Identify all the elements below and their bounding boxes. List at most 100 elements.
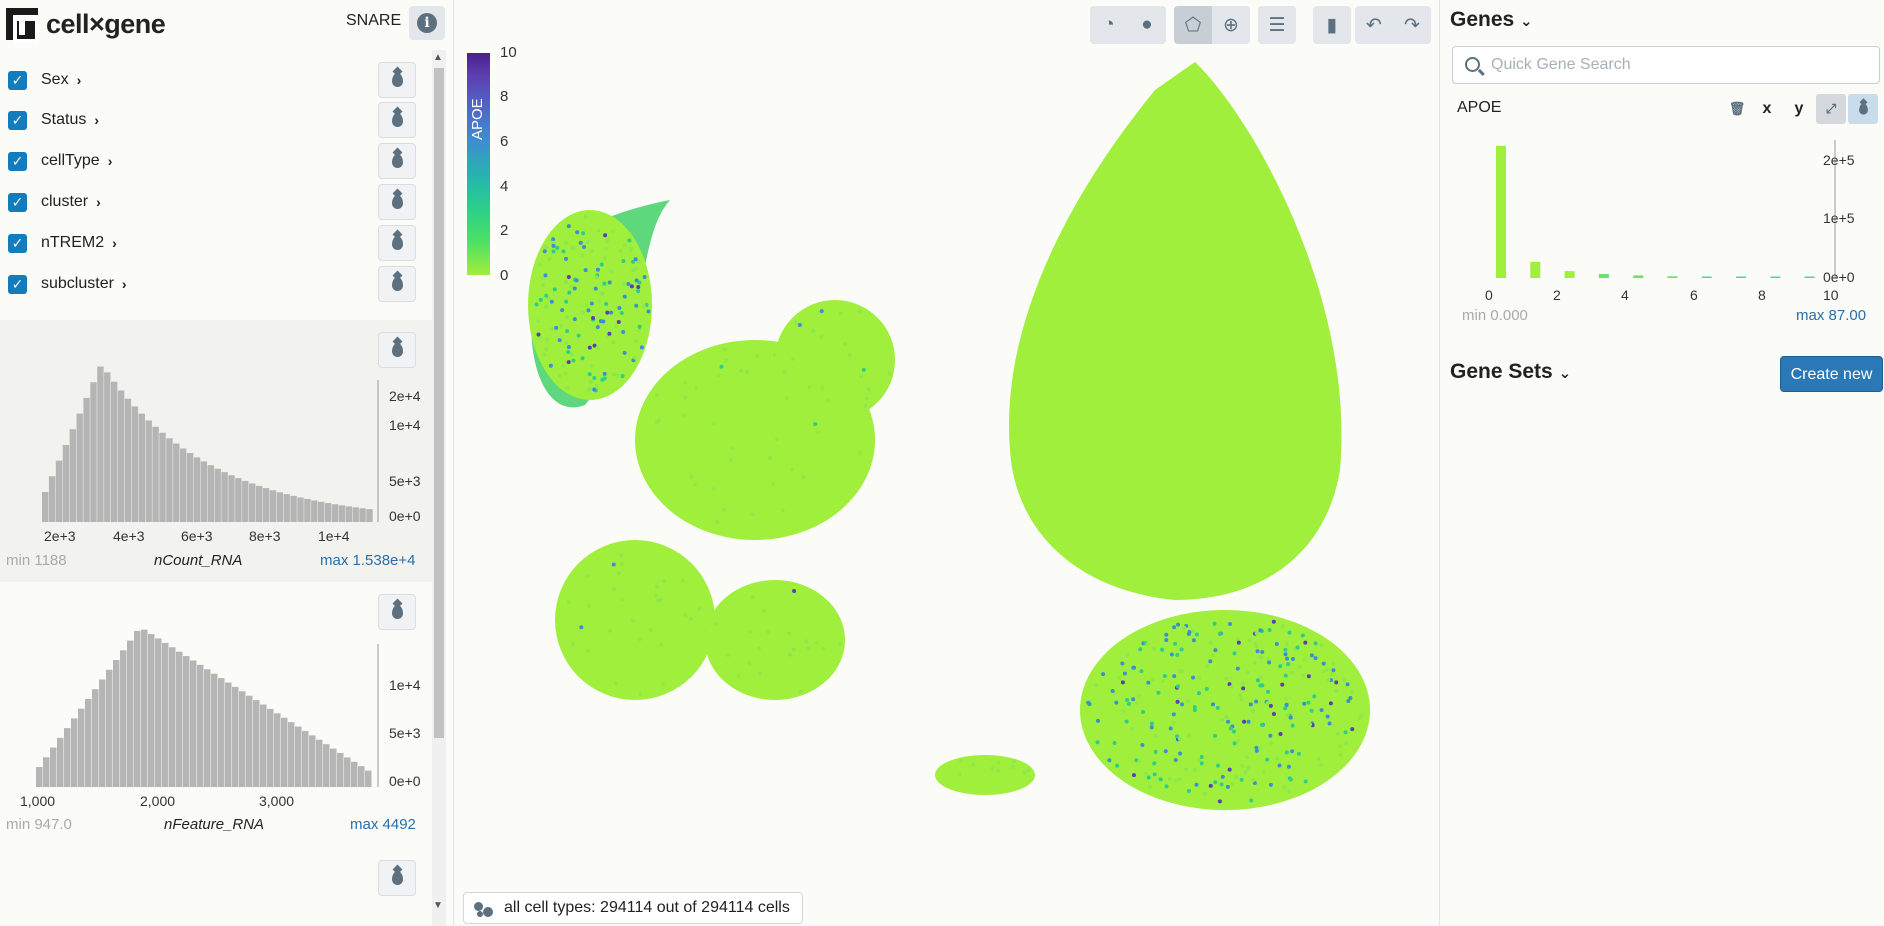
category-row-ntrem2[interactable]: ✓ nTREM2 ›	[8, 225, 418, 261]
undo-button[interactable]: ↶	[1355, 6, 1393, 44]
nfeature-bar	[190, 660, 197, 787]
ncount-bar	[200, 461, 208, 522]
nfeature-bar	[302, 730, 309, 787]
expand-icon: ⤢	[1825, 101, 1837, 116]
category-checkbox[interactable]: ✓	[8, 192, 27, 212]
sidebar-scrollbar[interactable]: ▲ ▼	[432, 50, 446, 926]
circle-button[interactable]: ●	[1128, 6, 1166, 44]
ncount-bar	[90, 382, 97, 522]
drop-icon	[391, 154, 403, 168]
color-by-gene-button[interactable]	[1848, 94, 1878, 124]
ncount-bar	[242, 480, 249, 522]
ncount-bar	[262, 488, 270, 522]
nfeature-bar	[50, 747, 57, 787]
drop-icon	[391, 277, 403, 291]
ncount-bar	[352, 507, 359, 522]
drop-icon	[391, 236, 403, 250]
ncount-bar	[145, 420, 152, 522]
umap-scatter[interactable]	[455, 0, 1439, 926]
lasso-button[interactable]: ⬠	[1174, 6, 1212, 44]
x-tick: 0	[1485, 287, 1493, 303]
category-label: subcluster	[41, 275, 114, 292]
y-tick: 2e+5	[1823, 152, 1855, 168]
ncount-bar	[138, 413, 145, 522]
gene-sets-title: Gene Sets	[1450, 360, 1553, 383]
color-by-category-button[interactable]	[378, 266, 416, 302]
cluster-lower-middle	[705, 580, 845, 700]
bar-chart-button[interactable]: ▮	[1313, 6, 1351, 44]
chevron-right-icon[interactable]: ›	[77, 72, 82, 88]
delete-gene-button[interactable]: 🗑	[1722, 94, 1752, 124]
pie-button[interactable]: ◔	[1090, 6, 1128, 44]
color-by-category-button[interactable]	[378, 102, 416, 138]
scroll-down-icon[interactable]: ▼	[433, 900, 443, 911]
zoom-button[interactable]: ⊕	[1212, 6, 1250, 44]
color-by-category-button[interactable]	[378, 62, 416, 98]
category-checkbox[interactable]: ✓	[8, 70, 27, 90]
ncount-bar	[297, 497, 304, 522]
chevron-right-icon[interactable]: ›	[122, 276, 127, 292]
histogram-nfeature: 1,000 2,000 3,000 1e+4 5e+3 0e+0 min 947…	[0, 584, 432, 846]
category-row-celltype[interactable]: ✓ cellType ›	[8, 143, 418, 179]
cell-count-label: all cell types: 294114 out of 294114 cel…	[504, 899, 790, 916]
category-checkbox[interactable]: ✓	[8, 233, 27, 253]
category-label: cellType	[41, 152, 100, 169]
color-by-category-button[interactable]	[378, 225, 416, 261]
category-checkbox[interactable]: ✓	[8, 110, 27, 130]
ncount-bar	[338, 505, 346, 522]
nfeature-bar	[204, 669, 211, 787]
color-by-category-button[interactable]	[378, 143, 416, 179]
redo-button[interactable]: ↷	[1393, 6, 1431, 44]
category-row-cluster[interactable]: ✓ cluster ›	[8, 184, 418, 220]
cluster-lower-right	[1080, 610, 1370, 810]
x-tick: 1,000	[20, 793, 56, 809]
gene-hist-bar	[1530, 261, 1541, 278]
chevron-right-icon[interactable]: ›	[96, 194, 101, 210]
nfeature-bar	[71, 718, 78, 787]
ncount-bar	[214, 468, 221, 522]
nfeature-bar	[113, 660, 120, 787]
info-button[interactable]: i	[409, 6, 445, 40]
nfeature-bar	[120, 650, 127, 787]
nfeature-histogram-chart[interactable]	[0, 584, 432, 846]
hist-title: nFeature_RNA	[164, 816, 265, 833]
brand: cell×gene	[6, 8, 166, 43]
toolbar-group: ◔ ●	[1090, 6, 1166, 44]
category-row-subcluster[interactable]: ✓ subcluster ›	[8, 266, 418, 302]
chevron-right-icon[interactable]: ›	[108, 153, 113, 169]
genes-title: Genes	[1450, 8, 1515, 31]
category-label: cluster	[41, 193, 89, 210]
gene-sets-header[interactable]: Gene Sets ⌄	[1450, 360, 1571, 384]
set-y-button[interactable]: y	[1784, 94, 1814, 124]
nfeature-bar	[134, 630, 141, 787]
genes-header[interactable]: Genes ⌄	[1450, 8, 1533, 32]
color-by-next-button[interactable]	[378, 860, 416, 896]
nfeature-bar	[344, 757, 351, 787]
category-checkbox[interactable]: ✓	[8, 151, 27, 171]
category-checkbox[interactable]: ✓	[8, 274, 27, 294]
embedding-panel: ◔ ● ⬠ ⊕ ☰ ▮ ↶ ↷ APOE 10 8 6 4 2 0 all cell type…	[455, 0, 1439, 926]
gene-hist-bar	[1496, 145, 1506, 278]
search-placeholder: Quick Gene Search	[1491, 56, 1631, 73]
nfeature-bar	[99, 679, 106, 787]
list-button[interactable]: ☰	[1258, 6, 1296, 44]
scroll-up-icon[interactable]: ▲	[433, 52, 443, 63]
create-gene-set-button[interactable]: Create new	[1780, 356, 1883, 392]
category-row-status[interactable]: ✓ Status ›	[8, 102, 418, 138]
ncount-bar	[69, 429, 76, 522]
info-icon: i	[417, 13, 437, 33]
set-x-button[interactable]: x	[1752, 94, 1782, 124]
x-label: x	[1762, 100, 1772, 117]
gene-search-input[interactable]: Quick Gene Search	[1452, 46, 1880, 84]
gene-hist-bar	[1598, 273, 1609, 278]
expand-button[interactable]: ⤢	[1816, 94, 1846, 124]
chevron-right-icon[interactable]: ›	[112, 235, 117, 251]
hist-max: max 1.538e+4	[320, 552, 416, 569]
nfeature-bar	[337, 752, 344, 787]
color-by-category-button[interactable]	[378, 184, 416, 220]
chevron-right-icon[interactable]: ›	[94, 112, 99, 128]
category-row-sex[interactable]: ✓ Sex ›	[8, 62, 418, 98]
scroll-thumb[interactable]	[434, 68, 444, 738]
gene-hist-bar	[1633, 275, 1644, 278]
nfeature-bar	[288, 722, 295, 787]
